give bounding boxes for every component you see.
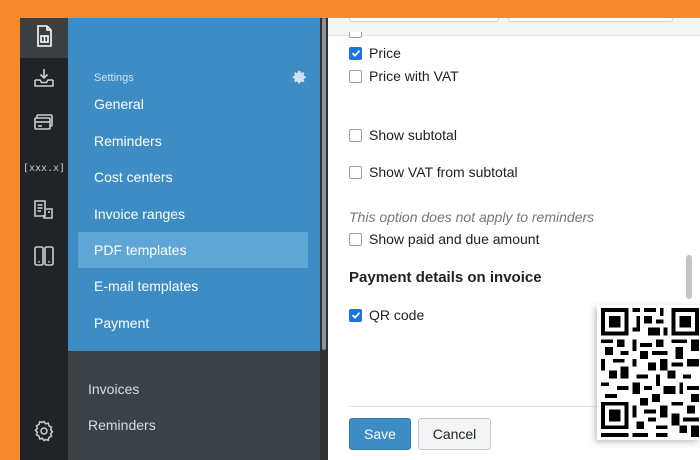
settings-item-email-templates[interactable]: E-mail templates bbox=[78, 268, 308, 304]
top-field-stub[interactable] bbox=[349, 18, 499, 22]
nav-item-invoices[interactable]: Invoices bbox=[88, 381, 139, 397]
settings-item-pdf-templates[interactable]: PDF templates bbox=[78, 232, 308, 268]
checkbox[interactable] bbox=[349, 128, 362, 142]
settings-item-general[interactable]: General bbox=[78, 86, 308, 122]
check-icon bbox=[351, 311, 360, 319]
checkbox[interactable] bbox=[349, 165, 362, 179]
invoice-document-icon bbox=[32, 24, 56, 53]
option-price[interactable]: Price bbox=[349, 45, 401, 61]
sidebar-scrollbar[interactable] bbox=[320, 18, 328, 460]
main-nav: Invoices Reminders bbox=[68, 351, 320, 460]
rail-payments[interactable] bbox=[20, 104, 68, 144]
qr-code-icon bbox=[601, 308, 699, 437]
option-show-subtotal[interactable]: Show subtotal bbox=[349, 127, 457, 143]
rail-columns[interactable] bbox=[20, 238, 68, 278]
qr-code-preview bbox=[597, 305, 700, 440]
option-qr-code[interactable]: QR code bbox=[349, 307, 424, 323]
icon-rail: [xxx.x] bbox=[20, 18, 68, 460]
rail-documents[interactable] bbox=[20, 192, 68, 232]
settings-heading: Settings bbox=[94, 72, 134, 84]
nav-item-reminders[interactable]: Reminders bbox=[88, 417, 156, 433]
option-label: Show subtotal bbox=[369, 127, 457, 143]
columns-icon bbox=[32, 244, 56, 273]
top-field-stub[interactable] bbox=[508, 18, 673, 22]
checkbox[interactable] bbox=[349, 232, 362, 246]
top-controls-strip bbox=[328, 18, 700, 36]
option-note: This option does not apply to reminders bbox=[349, 209, 595, 225]
rail-variables[interactable]: [xxx.x] bbox=[20, 148, 68, 188]
settings-item-reminders[interactable]: Reminders bbox=[78, 123, 308, 159]
checkbox[interactable] bbox=[349, 69, 362, 83]
credit-card-icon bbox=[32, 110, 56, 139]
rail-invoices[interactable] bbox=[20, 18, 68, 58]
option-label: Show paid and due amount bbox=[369, 231, 540, 247]
option-price-with-vat[interactable]: Price with VAT bbox=[349, 68, 459, 84]
gear-icon bbox=[32, 419, 56, 448]
option-label: QR code bbox=[369, 307, 425, 323]
cancel-button[interactable]: Cancel bbox=[418, 418, 491, 450]
documents-transfer-icon bbox=[32, 198, 56, 227]
sidebar-scrollbar-thumb[interactable] bbox=[322, 18, 326, 350]
checkbox-checked[interactable] bbox=[349, 308, 362, 322]
settings-panel: Settings General Reminders Cost centers … bbox=[68, 18, 320, 351]
option-label: Show VAT from subtotal bbox=[369, 164, 518, 180]
content-scrollbar-thumb[interactable] bbox=[686, 255, 692, 299]
check-icon bbox=[351, 49, 360, 57]
rail-settings[interactable] bbox=[20, 413, 68, 453]
settings-item-invoice-ranges[interactable]: Invoice ranges bbox=[78, 196, 308, 232]
settings-item-cost-centers[interactable]: Cost centers bbox=[78, 159, 308, 195]
checkbox-partial bbox=[349, 32, 369, 38]
rail-inbox[interactable] bbox=[20, 60, 68, 100]
option-show-paid-and-due[interactable]: Show paid and due amount bbox=[349, 231, 539, 247]
option-label: Price bbox=[369, 45, 401, 61]
save-button[interactable]: Save bbox=[349, 418, 411, 450]
inbox-download-icon bbox=[32, 66, 56, 95]
variables-icon: [xxx.x] bbox=[22, 162, 66, 174]
option-show-vat-from-subtotal[interactable]: Show VAT from subtotal bbox=[349, 164, 518, 180]
payment-section-title: Payment details on invoice bbox=[349, 269, 542, 286]
option-label: Price with VAT bbox=[369, 68, 459, 84]
checkbox-checked[interactable] bbox=[349, 46, 362, 60]
checkbox[interactable] bbox=[349, 32, 362, 38]
gear-icon[interactable] bbox=[292, 70, 308, 86]
settings-item-payment[interactable]: Payment bbox=[78, 305, 308, 341]
